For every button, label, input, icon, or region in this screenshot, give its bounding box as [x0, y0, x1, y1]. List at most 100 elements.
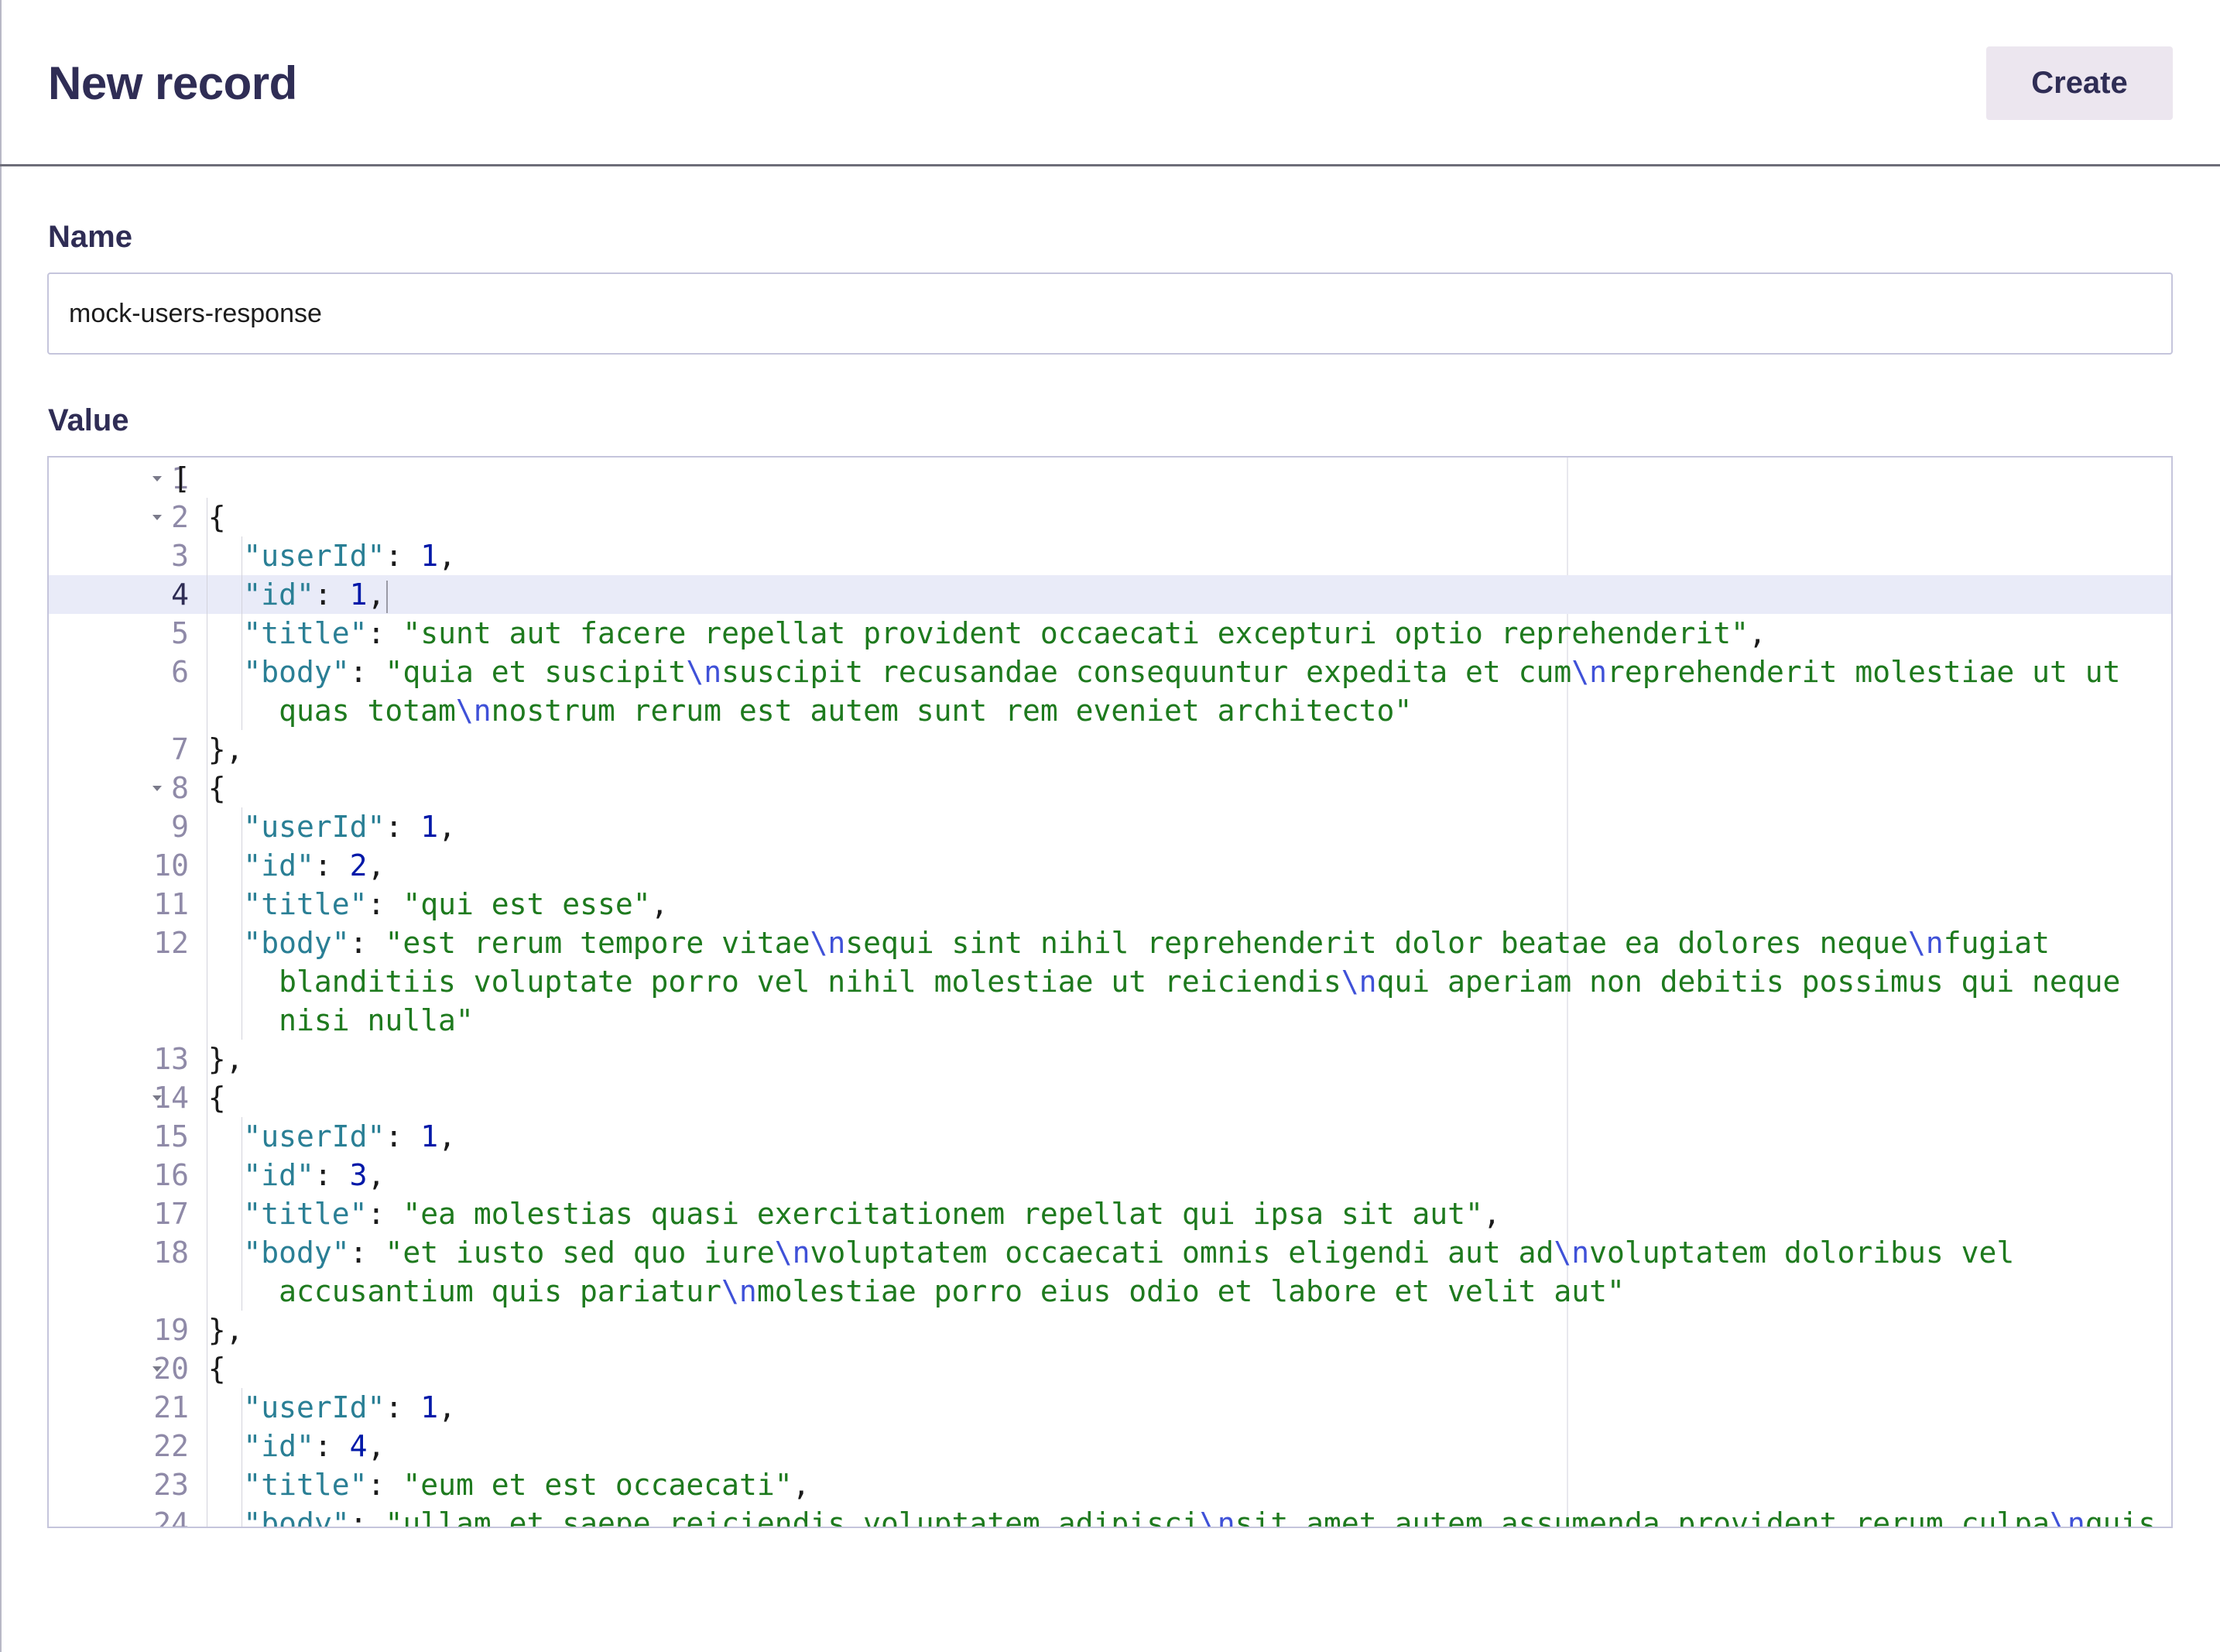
code-line[interactable]: 10 "id": 2, [49, 846, 2171, 885]
code-line-wrap[interactable]: quas totam\nnostrum rerum est autem sunt… [49, 691, 2171, 730]
json-str-token: "ullam et saepe reiciendis voluptatem ad… [385, 1506, 1200, 1528]
code-text: "body": "quia et suscipit\nsuscipit recu… [243, 653, 2120, 691]
json-esc-token: \n [721, 1274, 757, 1308]
code-text: accusantium quis pariatur\nmolestiae por… [279, 1272, 1625, 1311]
code-line-wrap[interactable]: blanditiis voluptate porro vel nihil mol… [49, 962, 2171, 1001]
code-line[interactable]: 7}, [49, 730, 2171, 769]
json-punc-token: { [207, 500, 226, 534]
json-key-token: "title" [243, 1197, 368, 1231]
json-punc-token: , [650, 887, 669, 921]
code-line[interactable]: 12 "body": "est rerum tempore vitae\nsequ… [49, 924, 2171, 962]
code-line[interactable]: 18 "body": "et iusto sed quo iure\nvolupt… [49, 1233, 2171, 1272]
code-line[interactable]: 23 "title": "eum et est occaecati", [49, 1465, 2171, 1504]
json-str-token: voluptatem doloribus vel [1589, 1236, 2015, 1270]
line-number: 7 [171, 732, 189, 766]
json-key-token: "id" [243, 848, 314, 883]
code-line[interactable]: 16 "id": 3, [49, 1156, 2171, 1194]
code-line[interactable]: 21 "userId": 1, [49, 1388, 2171, 1427]
code-line[interactable]: 11 "title": "qui est esse", [49, 885, 2171, 924]
json-str-token: "et iusto sed quo iure [385, 1236, 775, 1270]
line-number: 16 [153, 1158, 189, 1192]
code-line[interactable]: 22 "id": 4, [49, 1427, 2171, 1465]
json-punc-token: }, [207, 1313, 244, 1347]
json-esc-token: \n [1571, 655, 1608, 689]
code-line[interactable]: 15 "userId": 1, [49, 1117, 2171, 1156]
code-text: "body": "est rerum tempore vitae\nsequi … [243, 924, 2050, 962]
code-line[interactable]: 6 "body": "quia et suscipit\nsuscipit rec… [49, 653, 2171, 691]
line-number: 6 [171, 655, 189, 689]
json-esc-token: \n [1199, 1506, 1235, 1528]
code-line[interactable]: 8{ [49, 769, 2171, 807]
json-punc-token: : [385, 1390, 421, 1424]
fold-toggle-icon[interactable] [149, 1078, 168, 1117]
line-number: 22 [153, 1429, 189, 1463]
fold-toggle-icon[interactable] [149, 769, 168, 807]
code-text: }, [208, 1040, 244, 1078]
name-input[interactable] [47, 272, 2173, 355]
line-number: 13 [153, 1042, 189, 1076]
code-line-wrap[interactable]: nisi nulla" [49, 1001, 2171, 1040]
json-esc-token: \n [686, 655, 722, 689]
code-line[interactable]: 17 "title": "ea molestias quasi exercitat… [49, 1194, 2171, 1233]
json-punc-token: [ [173, 461, 190, 495]
json-key-token: "id" [243, 1158, 314, 1192]
json-punc-token: , [792, 1468, 810, 1502]
json-code-editor[interactable]: 1[2{3 "userId": 1, 4 "id": 1, 5 "title": "sun… [47, 456, 2173, 1528]
text-cursor [386, 580, 389, 613]
json-key-token: "userId" [243, 539, 385, 573]
code-line[interactable]: 2{ [49, 498, 2171, 536]
json-str-token: sequi sint nihil reprehenderit dolor bea… [845, 926, 1908, 960]
code-text: { [208, 769, 226, 807]
code-line[interactable]: 19}, [49, 1311, 2171, 1349]
line-number: 18 [153, 1236, 189, 1270]
json-punc-token: : [367, 616, 403, 650]
line-number: 17 [153, 1197, 189, 1231]
code-line[interactable]: 20{ [49, 1349, 2171, 1388]
json-key-token: "id" [243, 1429, 314, 1463]
code-text: "userId": 1, [243, 1388, 456, 1427]
json-key-token: "id" [243, 578, 314, 612]
create-button[interactable]: Create [1986, 46, 2173, 120]
line-number: 5 [171, 616, 189, 650]
json-punc-token: , [367, 1158, 385, 1192]
json-str-token: "sunt aut facere repellat provident occa… [403, 616, 1749, 650]
fold-toggle-icon[interactable] [149, 459, 168, 498]
json-esc-token: \n [1907, 926, 1944, 960]
json-key-token: "title" [243, 616, 368, 650]
code-line[interactable]: 1[ [49, 459, 2171, 498]
fold-toggle-icon[interactable] [149, 498, 168, 536]
code-text: "userId": 1, [243, 1117, 456, 1156]
code-text: nisi nulla" [279, 1001, 474, 1040]
code-text: "title": "sunt aut facere repellat provi… [243, 614, 1766, 653]
code-line[interactable]: 14{ [49, 1078, 2171, 1117]
code-line[interactable]: 24 "body": "ullam et saepe reiciendis vol… [49, 1504, 2171, 1528]
page-title: New record [48, 57, 297, 109]
code-text: [ [173, 459, 190, 498]
json-str-token: nisi nulla" [279, 1003, 474, 1037]
code-text: "userId": 1, [243, 536, 456, 575]
code-line[interactable]: 3 "userId": 1, [49, 536, 2171, 575]
name-label: Name [48, 220, 132, 254]
json-str-token: "quia et suscipit [385, 655, 687, 689]
code-line[interactable]: 9 "userId": 1, [49, 807, 2171, 846]
code-line[interactable]: 4 "id": 1, [49, 575, 2171, 614]
code-line[interactable]: 5 "title": "sunt aut facere repellat prov… [49, 614, 2171, 653]
page-header: New record Create [0, 0, 2220, 166]
json-esc-token: \n [1341, 965, 1377, 999]
line-number: 10 [153, 848, 189, 883]
code-text: "id": 4, [243, 1427, 385, 1465]
code-line[interactable]: 13}, [49, 1040, 2171, 1078]
json-key-token: "userId" [243, 1390, 385, 1424]
line-number: 23 [153, 1468, 189, 1502]
code-line-wrap[interactable]: accusantium quis pariatur\nmolestiae por… [49, 1272, 2171, 1311]
json-punc-token: , [1749, 616, 1766, 650]
code-text: { [208, 1349, 226, 1388]
fold-toggle-icon[interactable] [149, 1349, 168, 1388]
json-key-token: "body" [243, 1506, 350, 1528]
json-punc-token: : [313, 1429, 350, 1463]
json-punc-token: , [367, 578, 385, 612]
line-number: 11 [153, 887, 189, 921]
json-num-token: 1 [420, 1119, 439, 1153]
json-punc-token: : [349, 655, 385, 689]
line-number: 12 [153, 926, 189, 960]
